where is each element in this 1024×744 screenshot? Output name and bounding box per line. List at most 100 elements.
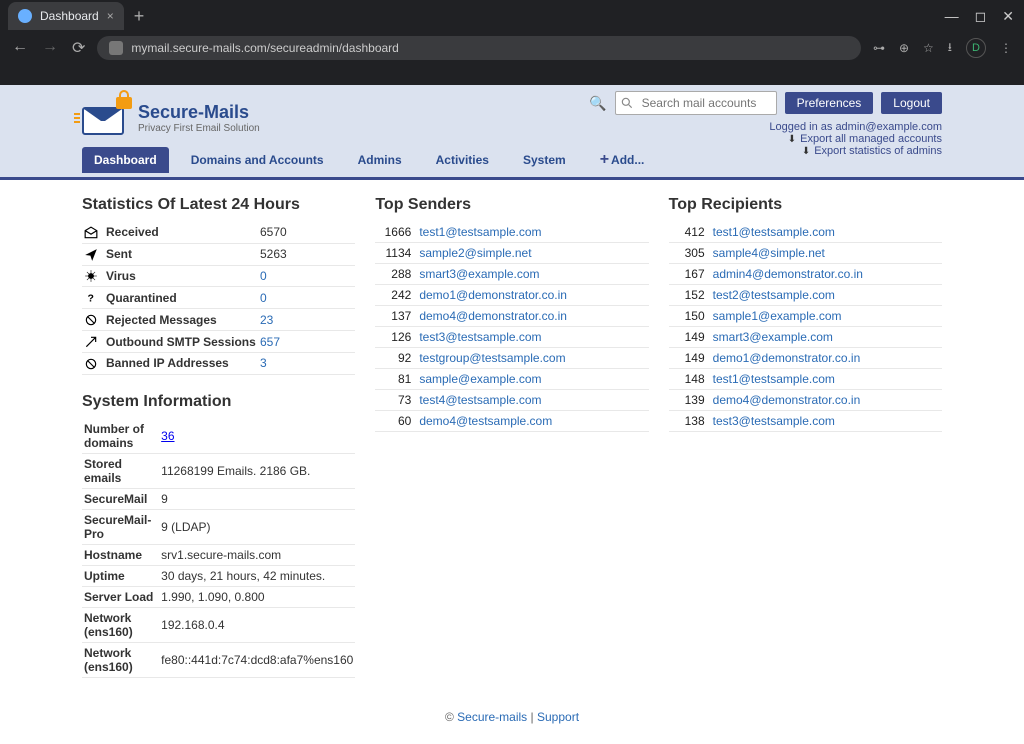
tab-admins[interactable]: Admins: [346, 147, 414, 173]
search-input-wrap[interactable]: [615, 91, 777, 115]
search-input[interactable]: [638, 96, 776, 110]
tab-domains[interactable]: Domains and Accounts: [179, 147, 336, 173]
export-accounts-link[interactable]: ⬇Export all managed accounts: [769, 133, 942, 145]
address-link[interactable]: demo1@demonstrator.co.in: [713, 351, 861, 365]
logged-in-text: Logged in as admin@example.com: [769, 121, 942, 133]
address-link[interactable]: sample1@example.com: [713, 309, 842, 323]
stats-heading: Statistics Of Latest 24 Hours: [82, 196, 355, 214]
stat-row-quarantined: ? Quarantined 0: [82, 287, 355, 309]
envelope-open-icon: [84, 226, 98, 240]
list-row: 149demo1@demonstrator.co.in: [669, 348, 942, 369]
count-cell: 148: [669, 369, 711, 390]
browser-reload-icon[interactable]: ⟳: [72, 38, 85, 58]
site-info-icon[interactable]: [109, 41, 123, 55]
profile-button[interactable]: D: [966, 38, 986, 58]
address-link[interactable]: testgroup@testsample.com: [419, 351, 565, 365]
sysinfo-label: Network (ens160): [82, 642, 159, 677]
list-row: 242demo1@demonstrator.co.in: [375, 285, 648, 306]
address-link[interactable]: demo1@demonstrator.co.in: [419, 288, 567, 302]
sysinfo-heading: System Information: [82, 393, 355, 411]
sysinfo-label: Uptime: [82, 565, 159, 586]
zoom-icon[interactable]: ⊕: [899, 41, 909, 55]
count-cell: 167: [669, 264, 711, 285]
bookmark-icon[interactable]: ☆: [923, 41, 934, 55]
stat-row-sent: Sent 5263: [82, 243, 355, 265]
address-bar[interactable]: mymail.secure-mails.com/secureadmin/dash…: [97, 36, 861, 60]
stat-value-link[interactable]: 23: [260, 313, 273, 327]
address-link[interactable]: sample4@simple.net: [713, 246, 825, 260]
address-link[interactable]: test1@testsample.com: [713, 225, 835, 239]
footer-brand-link[interactable]: Secure-mails: [457, 710, 527, 724]
list-row: 81sample@example.com: [375, 369, 648, 390]
browser-tab[interactable]: Dashboard ×: [8, 2, 124, 30]
count-cell: 305: [669, 243, 711, 264]
address-link[interactable]: test2@testsample.com: [713, 288, 835, 302]
address-link[interactable]: smart3@example.com: [419, 267, 539, 281]
window-close-icon[interactable]: ✕: [1002, 8, 1014, 25]
svg-text:?: ?: [88, 293, 94, 305]
window-maximize-icon[interactable]: ◻: [975, 8, 987, 25]
stat-label: Sent: [104, 243, 258, 265]
stat-label: Received: [104, 222, 258, 243]
stat-value-link[interactable]: 657: [260, 335, 280, 349]
list-row: 60demo4@testsample.com: [375, 411, 648, 432]
browser-forward-icon[interactable]: →: [42, 38, 58, 58]
sysinfo-label: SecureMail: [82, 488, 159, 509]
tab-dashboard[interactable]: Dashboard: [82, 147, 169, 173]
search-icon: [620, 96, 634, 110]
stat-row-banned: Banned IP Addresses 3: [82, 352, 355, 374]
address-link[interactable]: test1@testsample.com: [713, 372, 835, 386]
stat-row-virus: Virus 0: [82, 265, 355, 287]
address-link[interactable]: test1@testsample.com: [419, 225, 541, 239]
footer-support-link[interactable]: Support: [537, 710, 579, 724]
address-link[interactable]: demo4@testsample.com: [419, 414, 552, 428]
count-cell: 150: [669, 306, 711, 327]
top-recipients-heading: Top Recipients: [669, 196, 942, 214]
stat-label: Rejected Messages: [104, 309, 258, 331]
list-row: 1134sample2@simple.net: [375, 243, 648, 264]
address-link[interactable]: smart3@example.com: [713, 330, 833, 344]
tab-system[interactable]: System: [511, 147, 578, 173]
download-icon[interactable]: ⭳: [948, 38, 952, 59]
list-row: 138test3@testsample.com: [669, 411, 942, 432]
add-button[interactable]: +Add...: [588, 145, 657, 175]
logout-button[interactable]: Logout: [881, 92, 942, 114]
sysinfo-value-link[interactable]: 36: [161, 429, 174, 443]
count-cell: 126: [375, 327, 417, 348]
address-link[interactable]: admin4@demonstrator.co.in: [713, 267, 863, 281]
address-link[interactable]: demo4@demonstrator.co.in: [419, 309, 567, 323]
sysinfo-value: 11268199 Emails. 2186 GB.: [159, 453, 355, 488]
sysinfo-value: fe80::441d:7c74:dcd8:afa7%ens160: [159, 642, 355, 677]
address-link[interactable]: test3@testsample.com: [713, 414, 835, 428]
stat-value-link[interactable]: 0: [260, 269, 267, 283]
stat-value-link[interactable]: 0: [260, 291, 267, 305]
count-cell: 139: [669, 390, 711, 411]
stat-value: 5263: [258, 243, 355, 265]
logo-text: Secure-Mails: [138, 102, 260, 123]
export-admins-link[interactable]: ⬇Export statistics of admins: [769, 145, 942, 157]
list-row: 150sample1@example.com: [669, 306, 942, 327]
top-senders-table: 1666test1@testsample.com1134sample2@simp…: [375, 222, 648, 432]
stat-value: 6570: [258, 222, 355, 243]
preferences-button[interactable]: Preferences: [785, 92, 874, 114]
address-link[interactable]: sample@example.com: [419, 372, 541, 386]
address-link[interactable]: sample2@simple.net: [419, 246, 531, 260]
password-icon[interactable]: ⊶: [873, 41, 885, 55]
stat-value-link[interactable]: 3: [260, 356, 267, 370]
window-minimize-icon[interactable]: —: [945, 8, 959, 25]
export-accounts-label: Export all managed accounts: [800, 133, 942, 145]
browser-menu-icon[interactable]: ⋮: [1000, 41, 1012, 55]
zoom-out-icon[interactable]: 🔍: [589, 95, 606, 112]
plus-icon: +: [600, 151, 609, 169]
browser-back-icon[interactable]: ←: [12, 38, 28, 58]
new-tab-button[interactable]: +: [134, 6, 145, 27]
sysinfo-label: SecureMail-Pro: [82, 509, 159, 544]
footer: © Secure-mails | Support: [0, 698, 1024, 744]
stat-label: Quarantined: [104, 287, 258, 309]
address-link[interactable]: test3@testsample.com: [419, 330, 541, 344]
tab-activities[interactable]: Activities: [424, 147, 501, 173]
close-tab-icon[interactable]: ×: [107, 9, 114, 23]
count-cell: 149: [669, 327, 711, 348]
address-link[interactable]: demo4@demonstrator.co.in: [713, 393, 861, 407]
address-link[interactable]: test4@testsample.com: [419, 393, 541, 407]
